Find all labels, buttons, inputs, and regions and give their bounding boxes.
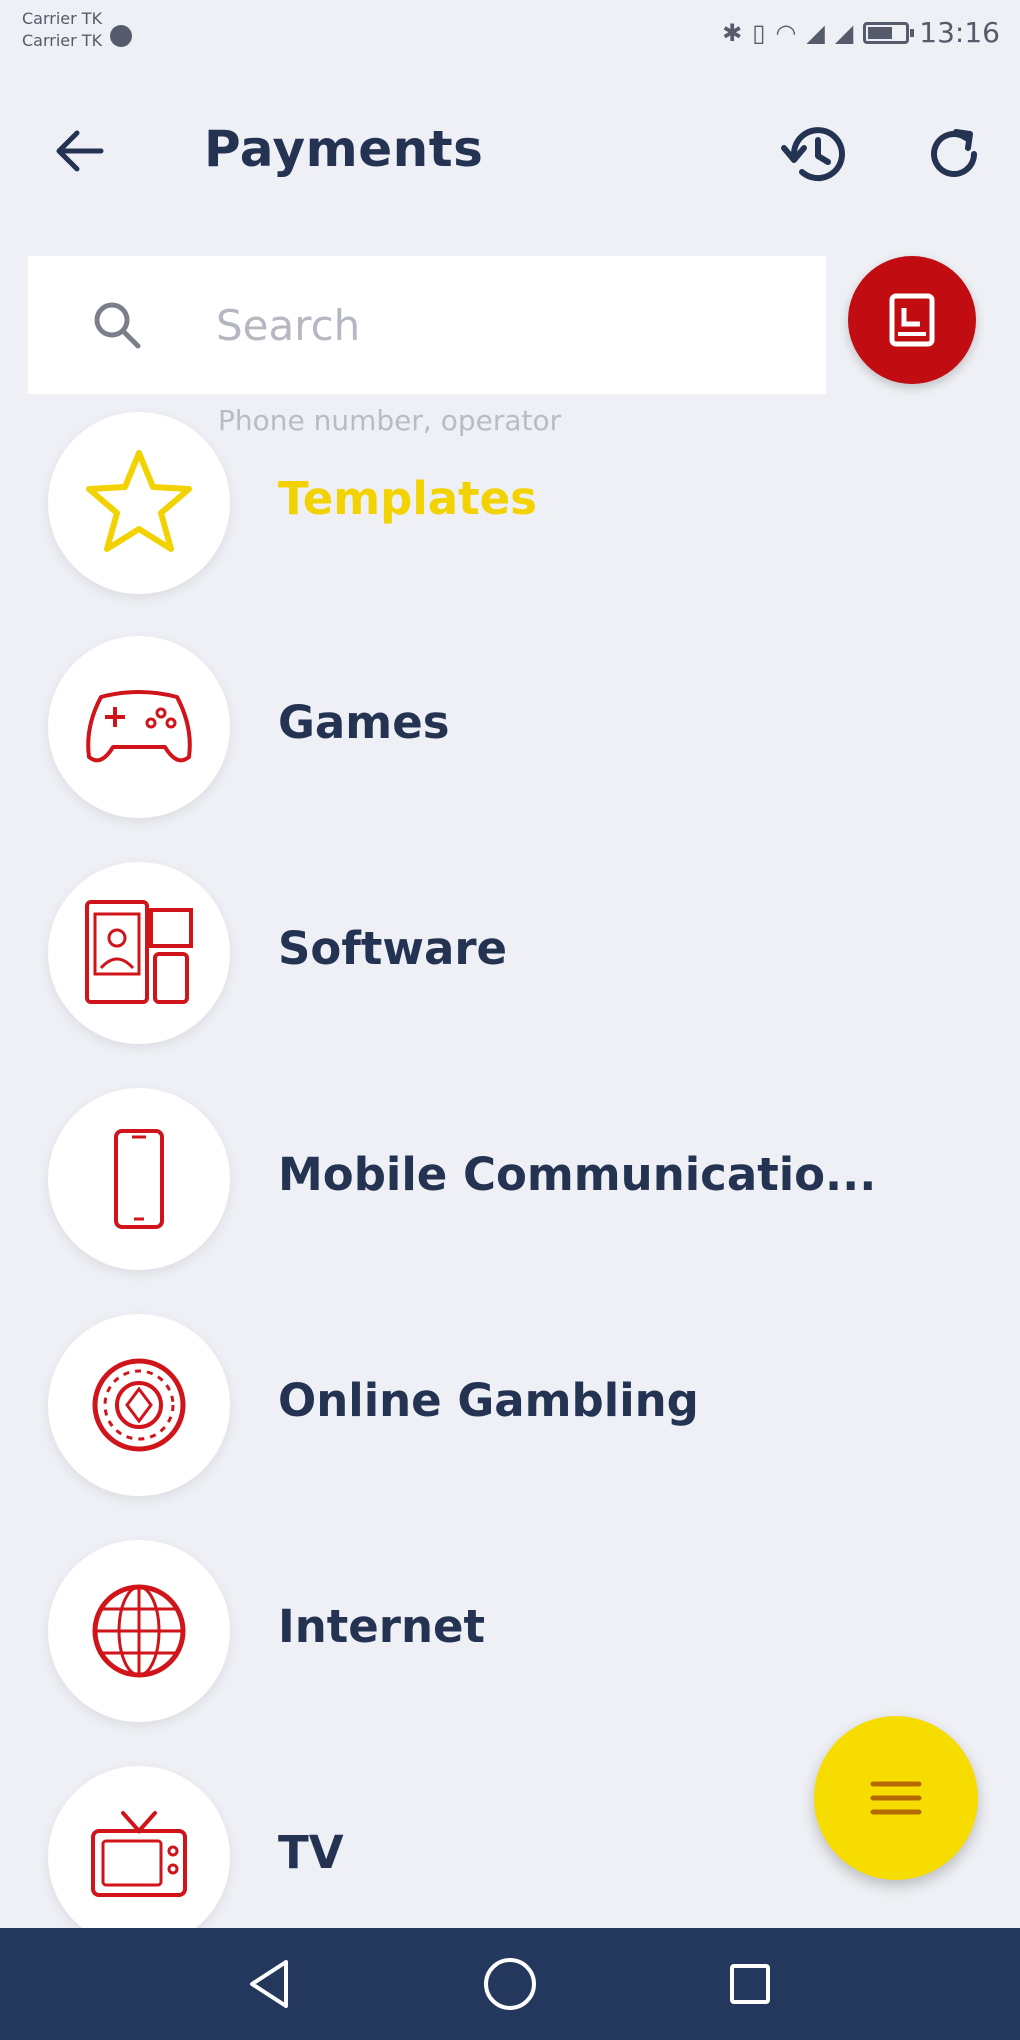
square-recents-icon xyxy=(730,1964,770,2004)
circle-home-icon xyxy=(484,1958,536,2010)
page-title: Payments xyxy=(204,120,484,178)
arrow-left-icon xyxy=(56,130,104,172)
bluetooth-icon: ✱ xyxy=(722,18,743,47)
menu-icon xyxy=(870,1781,922,1815)
devices-icon xyxy=(85,900,193,1004)
gamepad-icon xyxy=(86,690,192,763)
category-label: Mobile Communicatio... xyxy=(278,1148,877,1201)
refresh-icon xyxy=(931,129,977,177)
star-icon xyxy=(86,450,192,552)
category-icon-circle xyxy=(48,412,230,594)
status-icons: ✱ ▯ ◠ ◢ ◢ 13:16 xyxy=(722,8,1000,49)
card-button[interactable] xyxy=(848,256,976,384)
search-box[interactable] xyxy=(28,256,826,394)
status-bar: Carrier TK Carrier TK ✱ ▯ ◠ ◢ ◢ 13:16 xyxy=(0,0,1020,70)
category-item-mobile[interactable]: Mobile Communicatio... xyxy=(0,1088,1020,1278)
status-time: 13:16 xyxy=(919,16,1000,49)
category-label: Online Gambling xyxy=(278,1374,699,1427)
signal-1-icon: ◢ xyxy=(806,18,825,47)
system-nav-bar xyxy=(0,1928,1020,2040)
casino-chip-icon xyxy=(92,1358,186,1452)
battery-icon xyxy=(863,21,915,44)
category-label: Games xyxy=(278,696,450,749)
vibrate-icon: ▯ xyxy=(752,18,766,47)
wifi-icon: ◠ xyxy=(775,18,797,47)
tv-icon xyxy=(91,1811,187,1897)
category-label: Software xyxy=(278,922,508,975)
category-label: Internet xyxy=(278,1600,486,1653)
nav-home-button[interactable] xyxy=(475,1949,545,2019)
category-label: Templates xyxy=(278,472,537,525)
category-icon-circle xyxy=(48,1314,230,1496)
back-button[interactable] xyxy=(44,116,114,186)
category-item-gambling[interactable]: Online Gambling xyxy=(0,1314,1020,1504)
category-icon-circle xyxy=(48,1088,230,1270)
search-icon xyxy=(94,302,141,349)
history-button[interactable] xyxy=(776,114,856,194)
search-input[interactable] xyxy=(216,290,776,360)
category-item-software[interactable]: Software xyxy=(0,862,1020,1052)
notification-icon xyxy=(110,25,133,47)
category-icon-circle xyxy=(48,862,230,1044)
category-icon-circle xyxy=(48,636,230,818)
app-bar: Payments xyxy=(0,90,1020,210)
carrier-info: Carrier TK Carrier TK xyxy=(22,8,133,52)
triangle-back-icon xyxy=(250,1960,288,2008)
refresh-button[interactable] xyxy=(914,114,994,194)
globe-icon xyxy=(92,1584,186,1678)
nav-back-button[interactable] xyxy=(235,1949,305,2019)
category-item-games[interactable]: Games xyxy=(0,636,1020,826)
phone-icon xyxy=(114,1129,164,1229)
card-icon xyxy=(889,293,935,347)
category-icon-circle xyxy=(48,1766,230,1948)
menu-fab[interactable] xyxy=(814,1716,978,1880)
nav-recents-button[interactable] xyxy=(715,1949,785,2019)
signal-2-icon: ◢ xyxy=(834,18,854,47)
category-item-internet[interactable]: Internet xyxy=(0,1540,1020,1730)
category-item-templates[interactable]: Templates xyxy=(0,412,1020,602)
history-icon xyxy=(781,127,845,182)
category-icon-circle xyxy=(48,1540,230,1722)
carrier-1-label: Carrier TK xyxy=(22,9,103,28)
carrier-2-label: Carrier TK xyxy=(22,31,103,50)
category-label: TV xyxy=(278,1826,344,1879)
